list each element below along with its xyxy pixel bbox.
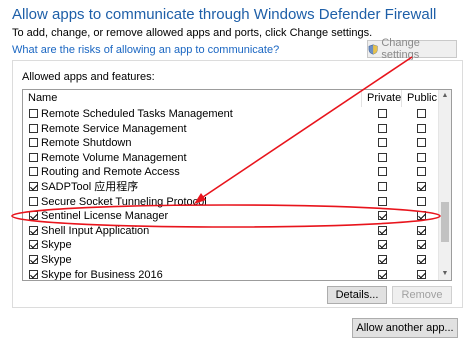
column-divider[interactable] <box>361 90 362 107</box>
table-row[interactable]: Skype <box>23 238 441 253</box>
private-checkbox[interactable] <box>378 269 387 279</box>
table-row[interactable]: Secure Socket Tunneling Protocol <box>23 195 441 210</box>
public-checkbox[interactable] <box>417 138 426 148</box>
column-header-public[interactable]: Public <box>407 92 437 104</box>
page-title: Allow apps to communicate through Window… <box>12 6 437 23</box>
app-name: Skype <box>41 239 72 252</box>
app-name: Shell Input Application <box>41 224 150 237</box>
public-checkbox[interactable] <box>417 240 426 250</box>
enable-checkbox[interactable] <box>29 167 38 177</box>
app-rows: Remote Scheduled Tasks Management Remote … <box>23 107 441 281</box>
public-checkbox[interactable] <box>417 152 426 162</box>
app-name: Routing and Remote Access <box>41 166 180 179</box>
table-row[interactable]: Remote Scheduled Tasks Management <box>23 107 441 122</box>
app-name: Skype <box>41 253 72 266</box>
table-row[interactable]: Routing and Remote Access <box>23 165 441 180</box>
app-name: Sentinel License Manager <box>41 210 169 223</box>
private-checkbox[interactable] <box>378 225 387 235</box>
vertical-scrollbar[interactable]: ▲ ▼ <box>438 90 451 280</box>
table-row[interactable]: Remote Service Management <box>23 122 441 137</box>
private-checkbox[interactable] <box>378 167 387 177</box>
enable-checkbox[interactable] <box>29 181 38 191</box>
enable-checkbox[interactable] <box>29 225 38 235</box>
public-checkbox[interactable] <box>417 211 426 221</box>
enable-checkbox[interactable] <box>29 254 38 264</box>
private-checkbox[interactable] <box>378 109 387 118</box>
app-name: Remote Service Management <box>41 122 187 135</box>
list-header: Name Private Public <box>23 90 441 107</box>
enable-checkbox[interactable] <box>29 138 38 148</box>
private-checkbox[interactable] <box>378 211 387 221</box>
allow-another-app-button[interactable]: Allow another app... <box>352 318 458 338</box>
public-checkbox[interactable] <box>417 269 426 279</box>
public-checkbox[interactable] <box>417 167 426 177</box>
private-checkbox[interactable] <box>378 240 387 250</box>
app-name: Remote Shutdown <box>41 137 132 150</box>
allowed-apps-label: Allowed apps and features: <box>22 71 155 83</box>
app-name: Skype for Business 2016 <box>41 268 163 281</box>
enable-checkbox[interactable] <box>29 152 38 162</box>
scrollbar-thumb[interactable] <box>441 202 449 242</box>
enable-checkbox[interactable] <box>29 240 38 250</box>
public-checkbox[interactable] <box>417 196 426 206</box>
remove-button[interactable]: Remove <box>392 286 452 304</box>
table-row[interactable]: Remote Volume Management <box>23 151 441 166</box>
private-checkbox[interactable] <box>378 181 387 191</box>
column-header-name[interactable]: Name <box>28 92 57 104</box>
shield-icon <box>368 44 378 54</box>
change-settings-button[interactable]: Change settings <box>367 37 457 61</box>
table-row[interactable]: Skype for Business 2016 <box>23 268 441 281</box>
enable-checkbox[interactable] <box>29 123 38 133</box>
scroll-up-arrow-icon[interactable]: ▲ <box>439 90 451 102</box>
enable-checkbox[interactable] <box>29 269 38 279</box>
details-button[interactable]: Details... <box>327 286 387 304</box>
public-checkbox[interactable] <box>417 109 426 118</box>
private-checkbox[interactable] <box>378 152 387 162</box>
public-checkbox[interactable] <box>417 181 426 191</box>
table-row[interactable]: Sentinel License Manager <box>23 209 441 224</box>
enable-checkbox[interactable] <box>29 109 38 118</box>
private-checkbox[interactable] <box>378 196 387 206</box>
app-name: Secure Socket Tunneling Protocol <box>41 195 207 208</box>
table-row[interactable]: SADPTool 应用程序 <box>23 180 441 195</box>
enable-checkbox[interactable] <box>29 211 38 221</box>
app-name: Remote Scheduled Tasks Management <box>41 108 233 120</box>
risks-link[interactable]: What are the risks of allowing an app to… <box>12 44 279 56</box>
column-header-private[interactable]: Private <box>367 92 401 104</box>
table-row[interactable]: Skype <box>23 253 441 268</box>
public-checkbox[interactable] <box>417 225 426 235</box>
allowed-apps-list[interactable]: Name Private Public Remote Scheduled Tas… <box>22 89 452 281</box>
table-row[interactable]: Remote Shutdown <box>23 136 441 151</box>
private-checkbox[interactable] <box>378 254 387 264</box>
page-subtitle: To add, change, or remove allowed apps a… <box>12 27 373 39</box>
public-checkbox[interactable] <box>417 123 426 133</box>
app-name: Remote Volume Management <box>41 151 187 164</box>
column-divider[interactable] <box>401 90 402 107</box>
enable-checkbox[interactable] <box>29 196 38 206</box>
public-checkbox[interactable] <box>417 254 426 264</box>
app-name: SADPTool 应用程序 <box>41 180 139 193</box>
private-checkbox[interactable] <box>378 138 387 148</box>
scroll-down-arrow-icon[interactable]: ▼ <box>439 268 451 280</box>
private-checkbox[interactable] <box>378 123 387 133</box>
change-settings-label: Change settings <box>381 37 420 61</box>
table-row[interactable]: Shell Input Application <box>23 224 441 239</box>
